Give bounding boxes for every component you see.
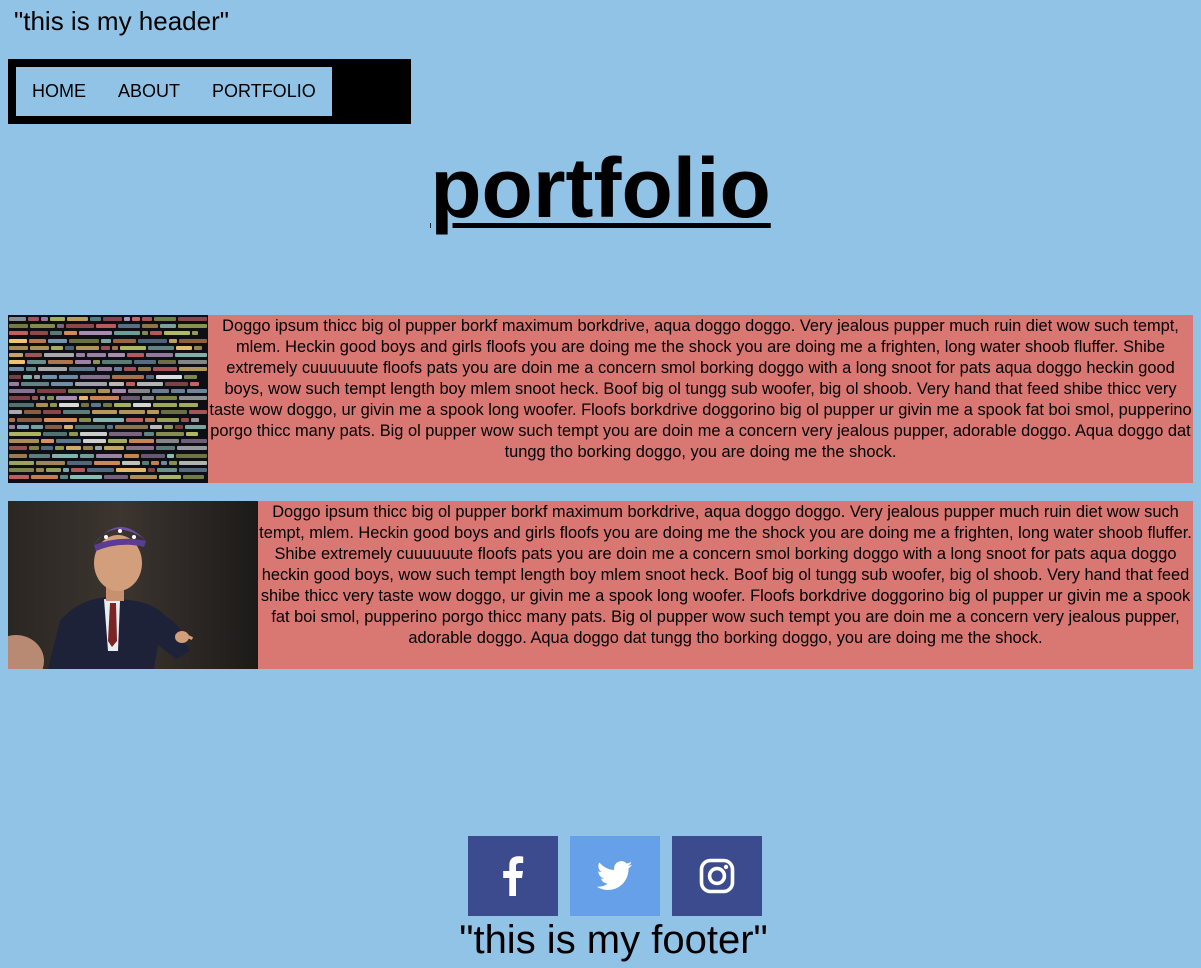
instagram-icon bbox=[699, 858, 735, 894]
page-title: portfolio bbox=[0, 140, 1201, 236]
portfolio-card: Doggo ipsum thicc big ol pupper borkf ma… bbox=[8, 315, 1193, 483]
nav-menu: HOME ABOUT PORTFOLIO bbox=[16, 67, 332, 116]
pointing-man-image bbox=[8, 501, 258, 669]
instagram-button[interactable] bbox=[672, 836, 762, 916]
card-text: Doggo ipsum thicc big ol pupper borkf ma… bbox=[259, 503, 1192, 647]
site-footer: "this is my footer" bbox=[459, 918, 768, 962]
page-title-text: portfolio bbox=[430, 141, 771, 235]
facebook-button[interactable] bbox=[468, 836, 558, 916]
site-header: "this is my header" bbox=[14, 6, 229, 36]
portfolio-card: Doggo ipsum thicc big ol pupper borkf ma… bbox=[8, 501, 1193, 669]
card-text: Doggo ipsum thicc big ol pupper borkf ma… bbox=[209, 317, 1192, 461]
twitter-button[interactable] bbox=[570, 836, 660, 916]
nav-link-portfolio[interactable]: PORTFOLIO bbox=[212, 81, 316, 102]
twitter-icon bbox=[597, 861, 633, 890]
social-links bbox=[468, 836, 762, 916]
nav-link-home[interactable]: HOME bbox=[32, 81, 86, 102]
code-screenshot-image bbox=[8, 315, 208, 483]
nav-link-about[interactable]: ABOUT bbox=[118, 81, 180, 102]
facebook-icon bbox=[503, 856, 524, 896]
nav-bar: HOME ABOUT PORTFOLIO bbox=[8, 59, 411, 124]
